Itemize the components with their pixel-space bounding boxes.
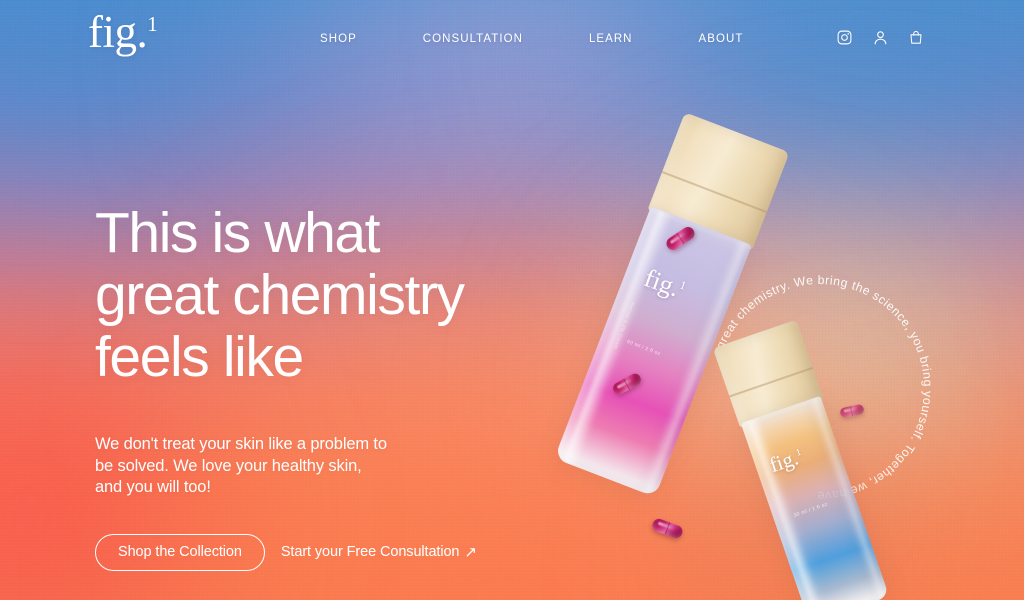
start-free-consultation-link[interactable]: Start your Free Consultation ↗ xyxy=(281,544,477,560)
nav-item-consultation[interactable]: CONSULTATION xyxy=(423,33,523,45)
hero-content: This is what great chemistry feels like … xyxy=(95,202,615,571)
account-icon[interactable] xyxy=(872,29,889,46)
nav-item-about[interactable]: ABOUT xyxy=(699,33,744,45)
nav-spacer xyxy=(357,33,423,45)
nav-spacer xyxy=(633,33,699,45)
nav-item-shop[interactable]: SHOP xyxy=(320,33,357,45)
hero-headline: This is what great chemistry feels like xyxy=(95,201,465,389)
hero-cta-row: Shop the Collection Start your Free Cons… xyxy=(95,533,615,571)
hero-page: fig.1 SHOP CONSULTATION LEARN ABOUT This… xyxy=(0,0,1024,600)
shopping-bag-icon[interactable] xyxy=(908,29,924,46)
start-free-consultation-label: Start your Free Consultation xyxy=(280,544,460,560)
site-header: fig.1 SHOP CONSULTATION LEARN ABOUT xyxy=(0,0,1024,82)
instagram-icon[interactable] xyxy=(836,29,853,46)
arrow-up-right-icon: ↗ xyxy=(464,543,477,561)
hero-subcopy: We don't treat your skin like a problem … xyxy=(95,435,387,496)
primary-navigation: SHOP CONSULTATION LEARN ABOUT xyxy=(320,33,743,45)
product-scene: great chemistry. We bring the science, y… xyxy=(554,90,1024,600)
nav-item-learn[interactable]: LEARN xyxy=(589,33,633,45)
brand-logo[interactable]: fig.1 xyxy=(88,10,158,55)
brand-logo-superscript: 1 xyxy=(147,12,158,36)
header-icon-group xyxy=(836,29,924,46)
shop-the-collection-button[interactable]: Shop the Collection xyxy=(95,533,265,571)
nav-spacer xyxy=(523,33,589,45)
brand-logo-text: fig. xyxy=(88,7,148,57)
